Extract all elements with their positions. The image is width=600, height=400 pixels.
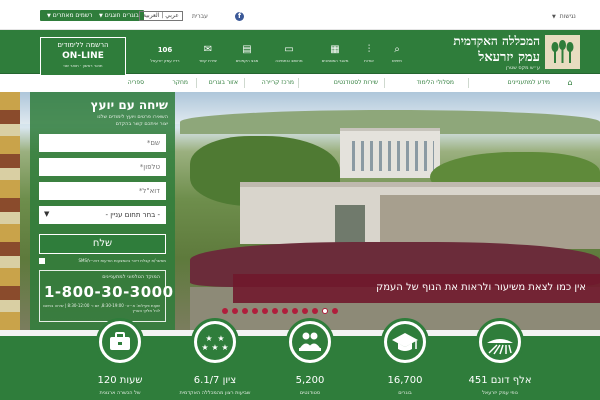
home-icon[interactable]: ⌂ (565, 78, 575, 88)
form-title: שיחה עם יועץ (90, 98, 168, 112)
nav-item-alumni[interactable]: אזור בוגרים (209, 75, 238, 91)
stat-item: 120 שעות של הכשרה ארגונית (85, 318, 155, 400)
header-link-courses[interactable]: ▤ מבצ הקפטים (230, 44, 264, 63)
lang-hebrew-link[interactable]: עברית (192, 13, 208, 20)
phone-hotline-box: המוקד הטלפוני למתעניינים 1-800-30-3000 ש… (39, 270, 173, 322)
envelope-icon: ✉ (203, 44, 213, 55)
consent-checkbox[interactable] (39, 258, 45, 264)
radio-icon: 106 (157, 46, 173, 54)
nav-item-programs[interactable]: מסלולי הלימוד (417, 75, 454, 91)
stars-icon: ★ ★ ★ ★ ★ (197, 324, 233, 360)
stat-item: ★ ★ ★ ★ ★ ציון 6.1/7 שביעות רצון מהמכללה הא… (180, 318, 250, 400)
svg-text:★: ★ (201, 343, 208, 352)
nav-item-library[interactable]: ספריה (128, 75, 144, 91)
slider-dot[interactable] (302, 308, 308, 314)
stat-item: 451 אלף דונם נופי עמק יזרעאל (465, 318, 535, 400)
slider-dot[interactable] (252, 308, 258, 314)
college-name-line3: ע״ש מקס שטרן (505, 65, 540, 71)
accessibility-menu[interactable]: ▼ נגישות (552, 13, 576, 20)
nav-item-career[interactable]: מרכז קריירה (262, 75, 294, 91)
consultant-form: שיחה עם יועץ השאירו פרטים ויועץ לימודים … (30, 92, 175, 330)
slider-dot[interactable] (332, 308, 338, 314)
header-link-contact[interactable]: ✉ יצירת קשר (191, 44, 225, 63)
header-link-about[interactable]: ⫶ אודות (352, 44, 386, 63)
header-link-documents[interactable]: ▦ מאגר המסמכים (318, 44, 352, 63)
stat-item: 5,200 סטודנטים (275, 318, 345, 400)
slider-dot[interactable] (292, 308, 298, 314)
nav-divider (298, 78, 299, 88)
grid-icon: ▤ (242, 44, 252, 55)
laptop-icon: ▭ (284, 44, 294, 55)
wheat-logo-icon (545, 35, 580, 69)
submit-button[interactable]: שלח (39, 234, 166, 254)
nav-divider (196, 78, 197, 88)
email-field[interactable] (39, 182, 166, 200)
consent-label: מאשר/ת קבלת דיוור באמצעות הודעות דוא״ל/S… (78, 258, 166, 263)
svg-text:★: ★ (221, 343, 228, 352)
nav-divider (468, 78, 469, 88)
slider-dot[interactable] (232, 308, 238, 314)
main-nav: ⌂ מידע למתעניינים מסלולי הלימוד שירות לס… (128, 75, 580, 91)
slider-dot[interactable] (272, 308, 278, 314)
slider-dot[interactable] (222, 308, 228, 314)
phone-field[interactable] (39, 158, 166, 176)
slider-dot[interactable] (262, 308, 268, 314)
slider-dot[interactable] (312, 308, 318, 314)
nav-divider (244, 78, 245, 88)
alumni-dropdown[interactable]: ▼ בוגרים חוגגים (92, 10, 144, 21)
nav-item-research[interactable]: מחקר (172, 75, 188, 91)
chevron-down-icon: ▼ (99, 13, 103, 19)
lang-arabic-link[interactable]: عربي | العربية (139, 11, 183, 21)
slider-dot[interactable] (242, 308, 248, 314)
svg-text:★: ★ (217, 334, 224, 343)
college-name-line2: עמק יזרעאל (478, 50, 540, 65)
slider-dot-active[interactable] (322, 308, 328, 314)
hero-caption: אין כמו לצאת משיעור ולראות את הנוף של הע… (233, 274, 600, 303)
graduate-cap-icon (387, 324, 423, 360)
chevron-down-icon: ▼ (552, 14, 556, 20)
nav-item-prospective[interactable]: מידע למתעניינים (508, 75, 550, 91)
form-subtitle: השאירו פרטים ויועץ לימודים שלנו יצור אית… (97, 114, 168, 127)
phone-number[interactable]: 1-800-30-3000 (44, 283, 174, 301)
svg-text:★: ★ (205, 334, 212, 343)
top-utility-bar: ▼ נרשמים מאתרים ▼ בוגרים חוגגים عربي | ا… (0, 0, 600, 30)
students-icon (292, 324, 328, 360)
nav-item-student-services[interactable]: שירות לסטודנטים (334, 75, 378, 91)
documents-icon: ▦ (330, 44, 340, 55)
college-name-line1: המכללה האקדמית (453, 34, 540, 48)
fields-icon (482, 324, 518, 360)
hero-building-far (340, 128, 440, 178)
college-logo[interactable] (545, 35, 580, 69)
hero-building-near (240, 182, 600, 249)
briefcase-icon (102, 324, 138, 360)
nav-divider (384, 78, 385, 88)
interest-select[interactable]: - בחר תחום עניין - ▼ (39, 206, 166, 224)
slider-dot[interactable] (282, 308, 288, 314)
stat-item: 16,700 בוגרים (370, 318, 440, 400)
header-link-radio[interactable]: 106 רדיו עמק יזרעאל (148, 44, 182, 63)
svg-text:★: ★ (211, 343, 218, 352)
name-field[interactable] (39, 134, 166, 152)
registration-dropdown[interactable]: ▼ נרשמים מאתרים (40, 10, 100, 21)
stats-band: 120 שעות של הכשרה ארגונית ★ ★ ★ ★ ★ ציון 6.… (0, 318, 600, 400)
chevron-down-icon: ▼ (47, 13, 51, 19)
chevron-down-icon: ▼ (44, 210, 50, 218)
header-link-computing[interactable]: ▭ מחשוב ובתמיכה (272, 44, 306, 63)
facebook-icon[interactable]: f (235, 12, 244, 21)
info-bars-icon: ⫶ (367, 44, 371, 55)
hero-left-strip (0, 92, 20, 330)
online-registration-button[interactable]: הרשמה ללימודים ON-LINE תואר ראשון · תואר… (40, 37, 126, 76)
